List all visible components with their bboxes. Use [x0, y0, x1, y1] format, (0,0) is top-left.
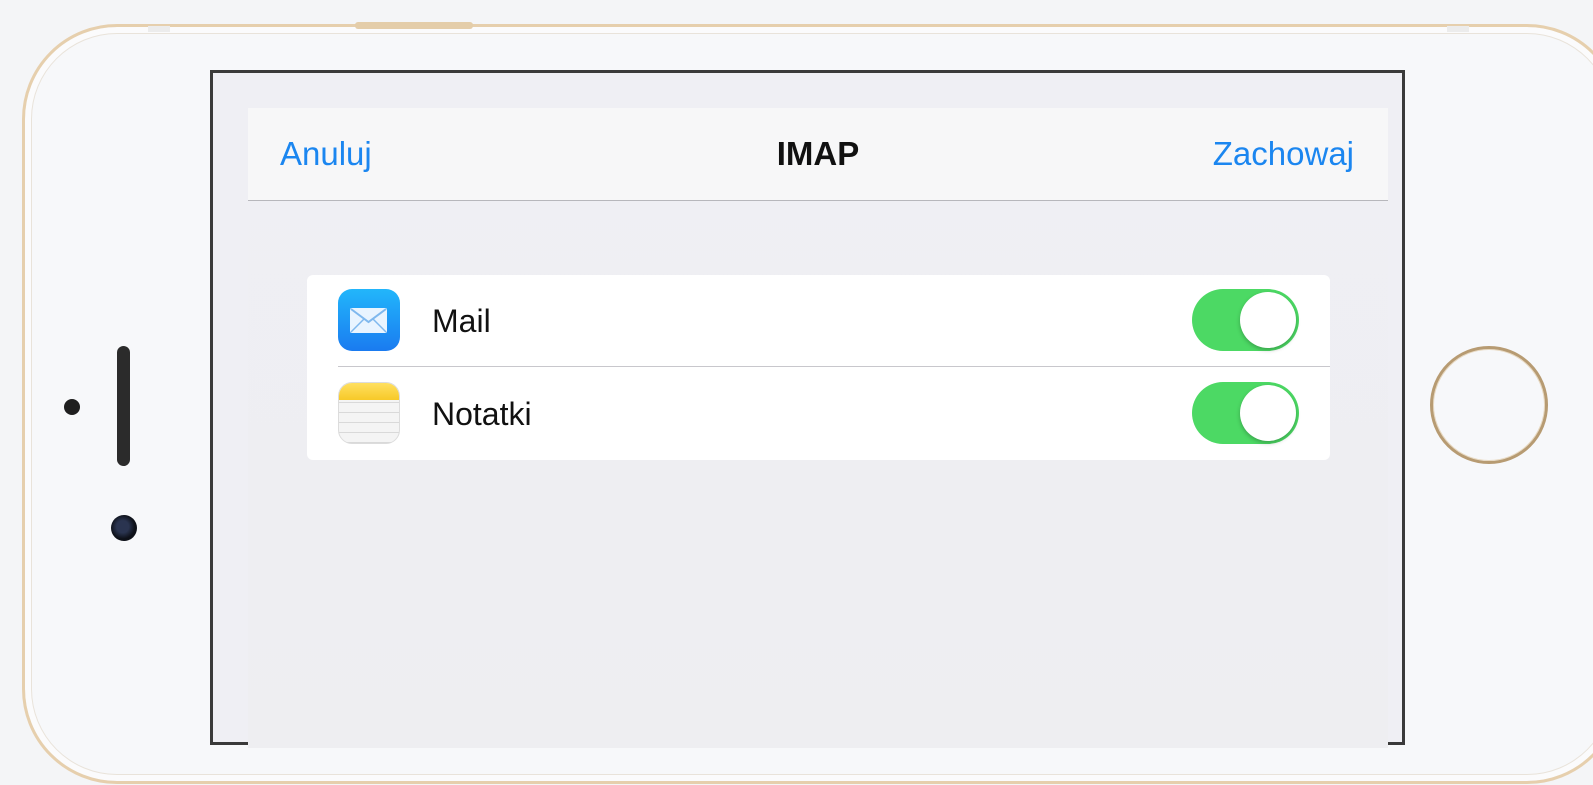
power-button [355, 22, 473, 29]
list-item-notes: Notatki [307, 368, 1330, 460]
list-item-label: Mail [432, 303, 491, 339]
row-divider [338, 366, 1330, 367]
display: Anuluj IMAP Zachowaj Mail Notatki [213, 73, 1402, 748]
front-camera [111, 515, 137, 541]
save-button[interactable]: Zachowaj [1213, 134, 1354, 174]
mail-toggle[interactable] [1192, 289, 1299, 351]
navigation-bar: Anuluj IMAP Zachowaj [248, 108, 1388, 201]
toggle-knob [1240, 292, 1296, 348]
services-list: Mail Notatki [307, 275, 1330, 460]
list-item-label: Notatki [432, 396, 532, 432]
earpiece-speaker [117, 346, 130, 466]
antenna-band [1447, 26, 1469, 32]
toggle-knob [1240, 385, 1296, 441]
proximity-sensor [64, 399, 80, 415]
mail-app-icon [338, 289, 400, 351]
imap-settings-sheet: Anuluj IMAP Zachowaj Mail Notatki [248, 108, 1388, 748]
antenna-band [148, 26, 170, 32]
notes-app-icon [338, 382, 400, 444]
notes-toggle[interactable] [1192, 382, 1299, 444]
list-item-mail: Mail [307, 275, 1330, 367]
screen: Anuluj IMAP Zachowaj Mail Notatki [210, 70, 1405, 748]
home-button[interactable] [1430, 346, 1548, 464]
